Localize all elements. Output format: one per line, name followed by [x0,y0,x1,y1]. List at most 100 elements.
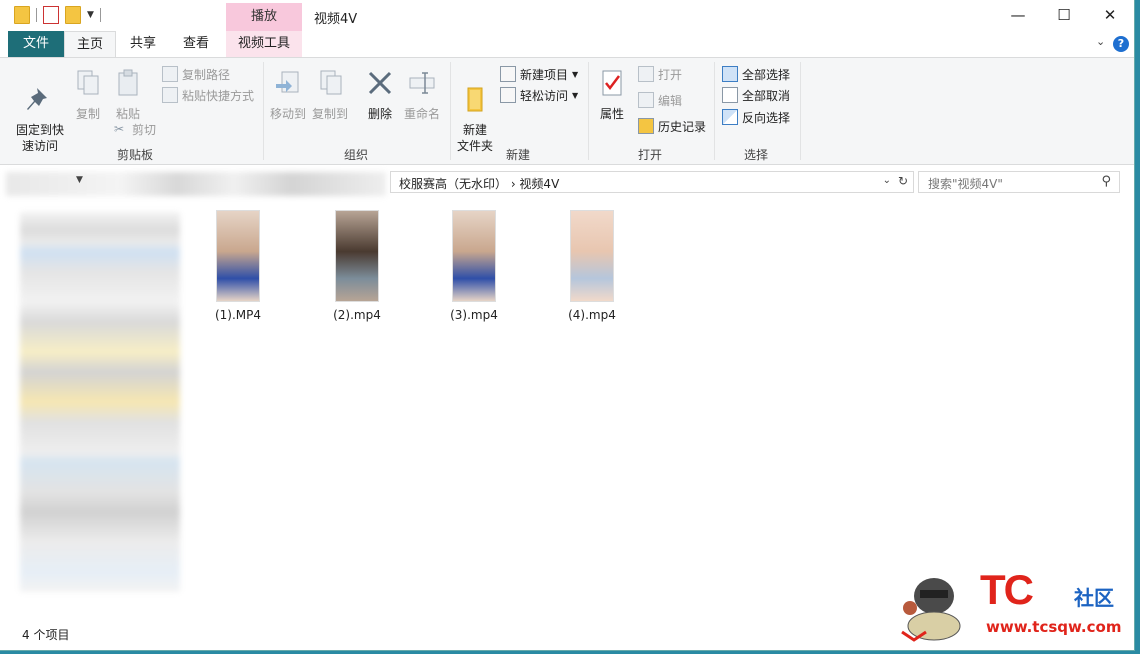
copy-path-label: 复制路径 [182,67,231,82]
tab-view[interactable]: 查看 [170,31,222,57]
video-thumbnail [570,210,614,302]
copy-label: 复制 [75,107,100,121]
group-divider [800,62,801,160]
search-placeholder: 搜索"视频4V" [928,177,1003,191]
watermark-url: www.tcsqw.com [986,618,1122,636]
dropdown-icon: ▼ [572,90,579,100]
recent-locations-chevron-icon[interactable]: ▼ [76,175,83,185]
cut-button[interactable]: ✂ 剪切 [114,120,156,138]
file-item[interactable]: (4).mp4 [552,210,632,322]
status-item-count: 4 个项目 [22,628,70,642]
file-item[interactable]: (1).MP4 [198,210,278,322]
refresh-icon[interactable]: ↻ [898,174,908,188]
new-folder-icon[interactable] [65,6,81,24]
move-to-icon [276,71,299,93]
ribbon-expand-icon[interactable]: ⌄ [1096,35,1105,48]
copy-path-icon [162,66,178,82]
video-thumbnail [216,210,260,302]
group-label-select: 选择 [744,148,769,162]
properties-check-icon[interactable] [43,6,59,24]
delete-button[interactable]: 删除 [362,68,398,122]
tab-home[interactable]: 主页 [64,31,116,57]
file-name: (2).mp4 [333,308,381,322]
pin-quick-access-button[interactable]: 固定到快 速访问 [12,68,68,154]
title-bar: ▼ 播放 视频4V — ☐ ✕ [0,0,1134,31]
pin-label: 固定到快 速访问 [15,123,64,153]
window-title: 视频4V [314,12,358,27]
delete-label: 删除 [367,107,392,121]
video-thumbnail [335,210,379,302]
edit-label: 编辑 [658,93,683,108]
navigation-bar: ▼ 校服赛高（无水印） › 视频4V ⌄ ↻ 搜索"视频4V" ⚲ [0,166,1134,202]
tab-video-tools[interactable]: 视频工具 [226,31,302,57]
search-icon[interactable]: ⚲ [1101,174,1111,189]
scissors-icon: ✂ [114,122,125,136]
paste-shortcut-button[interactable]: 粘贴快捷方式 [162,86,254,104]
move-to-label: 移动到 [269,107,306,121]
watermark-community: 社区 [1074,586,1114,610]
address-bar[interactable]: 校服赛高（无水印） › 视频4V ⌄ ↻ [390,171,914,193]
navigation-pane[interactable] [0,202,200,602]
group-label-new: 新建 [506,148,531,162]
invert-selection-label: 反向选择 [742,110,791,125]
file-item[interactable]: (3).mp4 [434,210,514,322]
new-item-button[interactable]: 新建项目 ▼ [500,65,578,83]
new-folder-button[interactable]: 新建 文件夹 [454,68,496,154]
pin-icon [27,88,47,110]
new-folder-icon [467,87,483,112]
tab-share[interactable]: 共享 [118,31,168,57]
easy-access-button[interactable]: 轻松访问 ▼ [500,86,578,104]
copy-button[interactable]: 复制 [70,68,106,122]
properties-label: 属性 [599,107,624,121]
properties-button[interactable]: 属性 [594,68,630,122]
copy-to-icon [320,70,342,95]
copy-icon [77,70,99,95]
folder-icon[interactable] [14,6,30,24]
group-divider [588,62,589,160]
edit-button[interactable]: 编辑 [638,91,682,109]
customize-qat-dropdown-icon[interactable]: ▼ [87,10,94,20]
group-divider [450,62,451,160]
history-button[interactable]: 历史记录 [638,117,706,135]
minimize-button[interactable]: — [995,0,1041,31]
properties-icon [602,70,622,96]
paste-shortcut-label: 粘贴快捷方式 [182,88,255,103]
new-folder-label: 新建 文件夹 [456,123,493,153]
open-label: 打开 [658,67,683,82]
select-none-label: 全部取消 [742,88,791,103]
file-name: (4).mp4 [568,308,616,322]
maximize-button[interactable]: ☐ [1041,0,1087,31]
rename-button[interactable]: 重命名 [400,68,444,122]
file-name: (3).mp4 [450,308,498,322]
copy-path-button[interactable]: 复制路径 [162,65,230,83]
paste-icon [118,69,138,96]
close-button[interactable]: ✕ [1087,0,1133,31]
breadcrumb[interactable]: 校服赛高（无水印） › 视频4V [399,175,559,192]
group-label-clipboard: 剪贴板 [117,148,154,162]
quick-access-toolbar: ▼ [14,6,101,24]
copy-to-button[interactable]: 复制到 [310,68,350,122]
dropdown-icon: ▼ [572,69,579,79]
search-box[interactable]: 搜索"视频4V" ⚲ [918,171,1120,193]
context-tab-header-label: 播放 [250,9,277,24]
help-icon[interactable]: ? [1113,36,1129,52]
select-all-button[interactable]: 全部选择 [722,65,790,83]
open-button[interactable]: 打开 [638,65,682,83]
context-tab-header-play: 播放 [226,3,302,31]
tab-file[interactable]: 文件 [8,31,64,57]
group-label-organize: 组织 [344,148,369,162]
divider [36,8,37,22]
file-name: (1).MP4 [214,308,262,322]
ribbon-tabs: 文件 主页 共享 查看 视频工具 ⌄ ? [0,31,1134,57]
paste-button[interactable]: 粘贴 [110,68,146,122]
address-dropdown-icon[interactable]: ⌄ [883,175,891,186]
move-to-button[interactable]: 移动到 [268,68,308,122]
blurred-tree-items [20,212,180,592]
ribbon: 固定到快 速访问 复制 粘贴 复制路径 粘贴快捷方式 ✂ 剪切 剪贴板 移动到 [0,57,1134,165]
select-all-icon [722,66,738,82]
copy-to-label: 复制到 [311,107,348,121]
file-item[interactable]: (2).mp4 [317,210,397,322]
video-thumbnail [452,210,496,302]
select-none-button[interactable]: 全部取消 [722,86,790,104]
invert-selection-button[interactable]: 反向选择 [722,108,790,126]
